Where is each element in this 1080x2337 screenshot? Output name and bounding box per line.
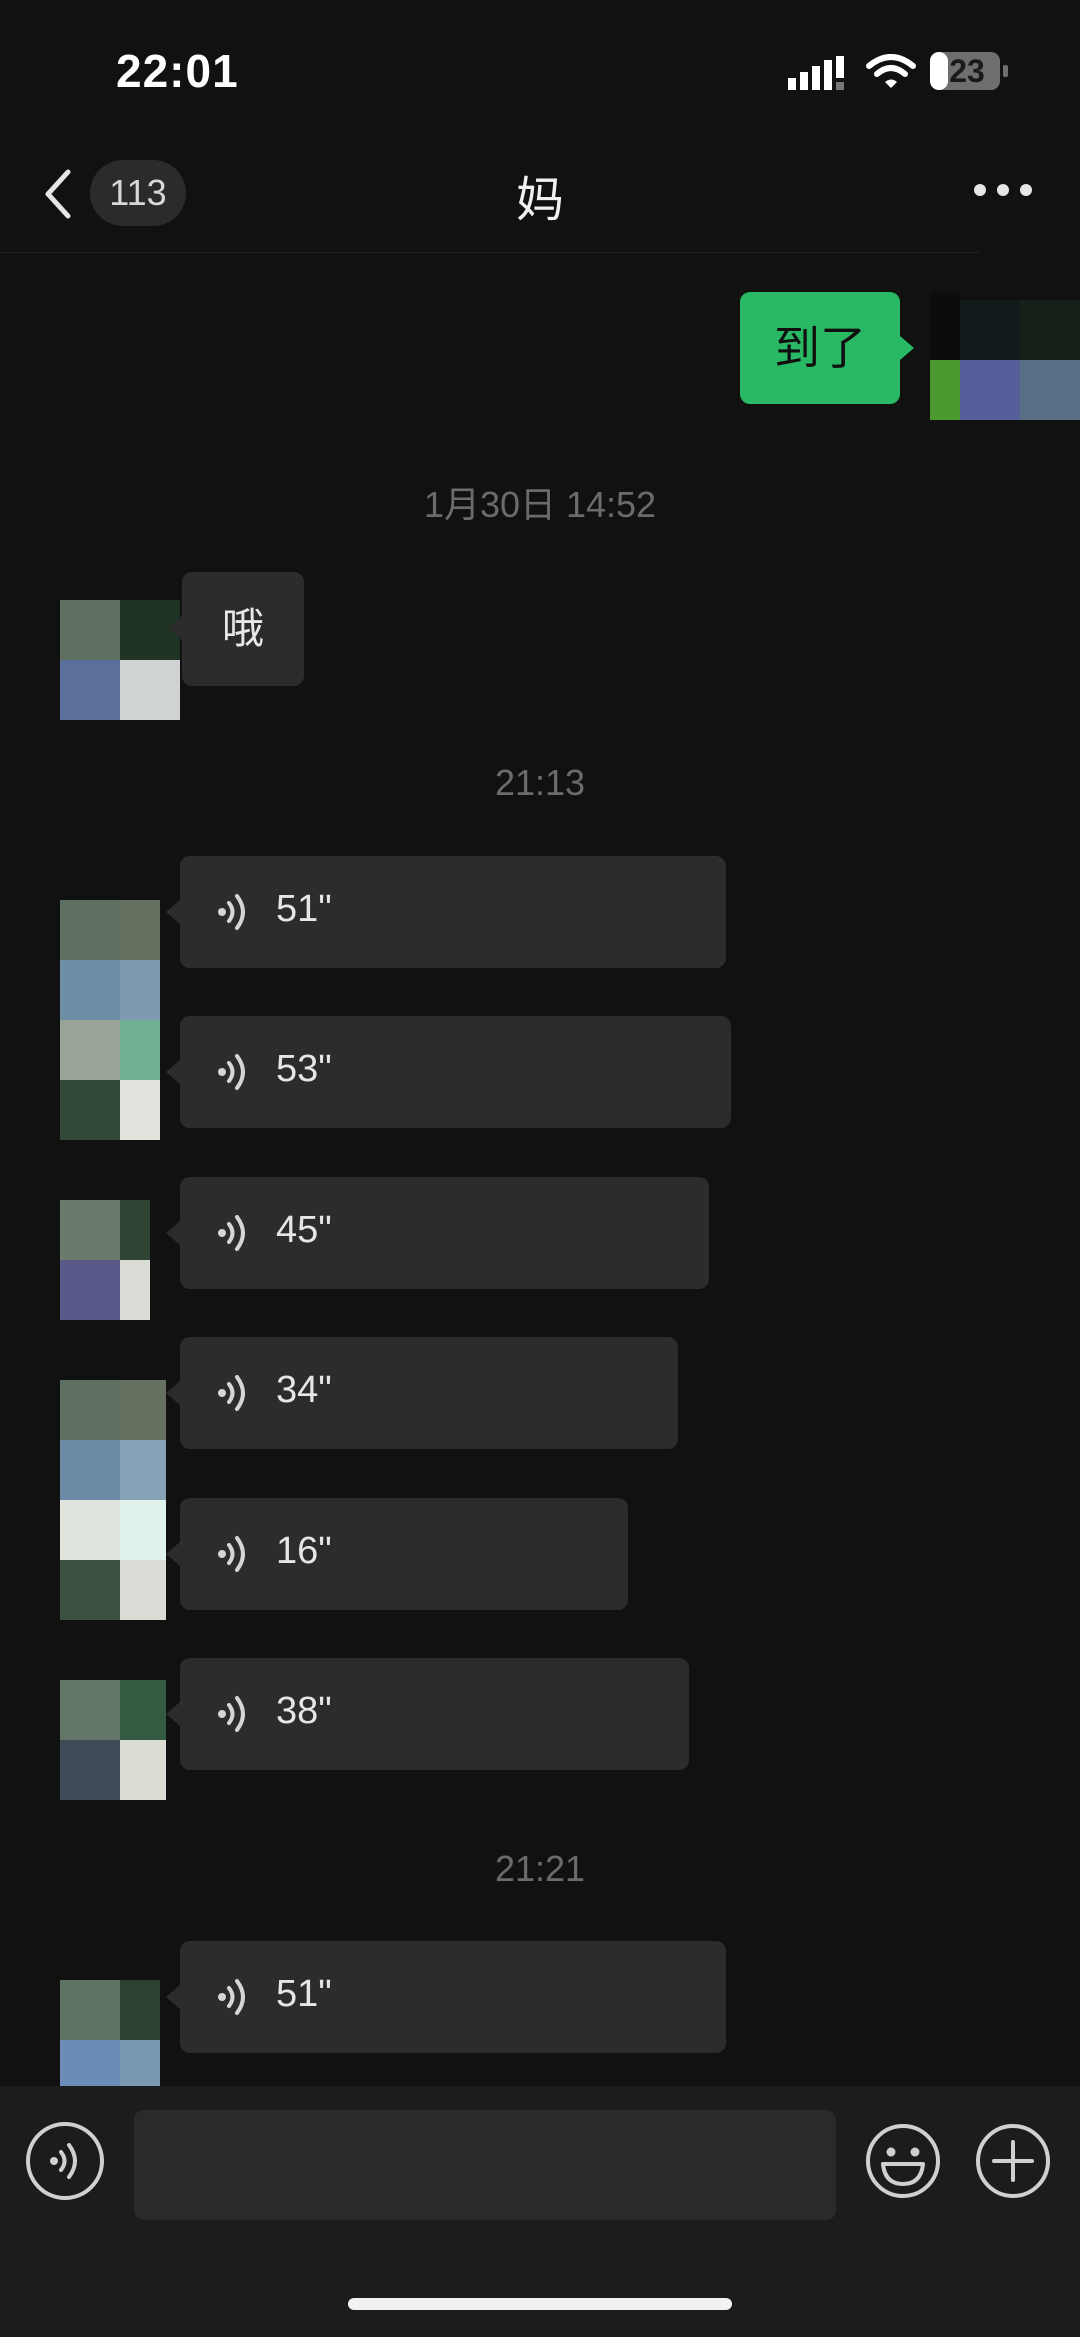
message-text: 到了 bbox=[774, 322, 866, 374]
bubble-tail bbox=[166, 1985, 180, 2009]
voice-icon bbox=[50, 2143, 77, 2179]
voice-duration: 45" bbox=[276, 1209, 332, 1251]
voice-message-bubble[interactable]: 34" bbox=[166, 1337, 678, 1449]
timestamp: 21:21 bbox=[494, 1848, 586, 1889]
voice-message-bubble[interactable]: 51" bbox=[166, 1941, 726, 2053]
voice-icon bbox=[218, 1215, 245, 1251]
more-dots-icon[interactable] bbox=[972, 170, 1034, 210]
bubble-tail bbox=[166, 1060, 180, 1084]
bubble-tail bbox=[166, 1702, 180, 1726]
bubble-tail bbox=[166, 1381, 180, 1405]
voice-icon bbox=[218, 1536, 245, 1572]
voice-duration: 16" bbox=[276, 1530, 332, 1572]
voice-icon bbox=[218, 894, 245, 930]
emoji-icon[interactable] bbox=[864, 2122, 942, 2200]
status-time: 22:01 bbox=[116, 45, 239, 97]
bubble-tail bbox=[166, 900, 180, 924]
voice-message-bubble[interactable]: 16" bbox=[166, 1498, 628, 1610]
voice-message-bubble[interactable]: 45" bbox=[166, 1177, 709, 1289]
sent-message-bubble[interactable]: 到了 bbox=[740, 292, 914, 404]
battery-indicator: 23 bbox=[930, 52, 1008, 90]
unread-count-badge: 113 bbox=[90, 160, 186, 226]
back-button[interactable]: 113 bbox=[40, 160, 190, 230]
timestamp: 21:13 bbox=[494, 762, 586, 803]
contact-avatar[interactable] bbox=[60, 1980, 160, 2100]
contact-avatar[interactable] bbox=[60, 1680, 166, 1800]
voice-icon bbox=[218, 1054, 245, 1090]
bubble-tail bbox=[900, 336, 914, 360]
contact-avatar[interactable] bbox=[60, 1200, 150, 1320]
message-text: 哦 bbox=[221, 605, 264, 652]
chevron-left-icon bbox=[45, 169, 71, 219]
contact-avatar[interactable] bbox=[60, 1380, 166, 1620]
voice-icon bbox=[218, 1375, 245, 1411]
chat-title: 妈 bbox=[515, 174, 564, 227]
timestamp: 1月30日 14:52 bbox=[423, 484, 657, 525]
battery-level: 23 bbox=[949, 53, 985, 89]
bubble-tail bbox=[166, 1221, 180, 1245]
voice-duration: 34" bbox=[276, 1369, 332, 1411]
cellular-signal-icon bbox=[788, 56, 844, 90]
voice-message-bubble[interactable]: 38" bbox=[166, 1658, 689, 1770]
voice-message-bubble[interactable]: 53" bbox=[166, 1016, 731, 1128]
contact-avatar[interactable] bbox=[60, 600, 180, 720]
home-indicator bbox=[348, 2298, 732, 2310]
contact-avatar[interactable] bbox=[60, 900, 160, 1140]
bubble-tail bbox=[166, 1542, 180, 1566]
voice-duration: 38" bbox=[276, 1690, 332, 1732]
plus-icon[interactable] bbox=[974, 2122, 1052, 2200]
message-input[interactable] bbox=[134, 2110, 836, 2220]
voice-icon bbox=[218, 1979, 245, 2015]
voice-icon bbox=[218, 1696, 245, 1732]
voice-message-bubble[interactable]: 51" bbox=[166, 856, 726, 968]
my-avatar[interactable] bbox=[930, 292, 1080, 420]
voice-duration: 51" bbox=[276, 888, 332, 930]
voice-input-toggle[interactable] bbox=[26, 2122, 104, 2200]
voice-duration: 51" bbox=[276, 1973, 332, 2015]
voice-duration: 53" bbox=[276, 1048, 332, 1090]
bubble-tail bbox=[168, 616, 182, 640]
wifi-icon bbox=[866, 54, 916, 88]
received-message-bubble[interactable]: 哦 bbox=[168, 572, 304, 686]
